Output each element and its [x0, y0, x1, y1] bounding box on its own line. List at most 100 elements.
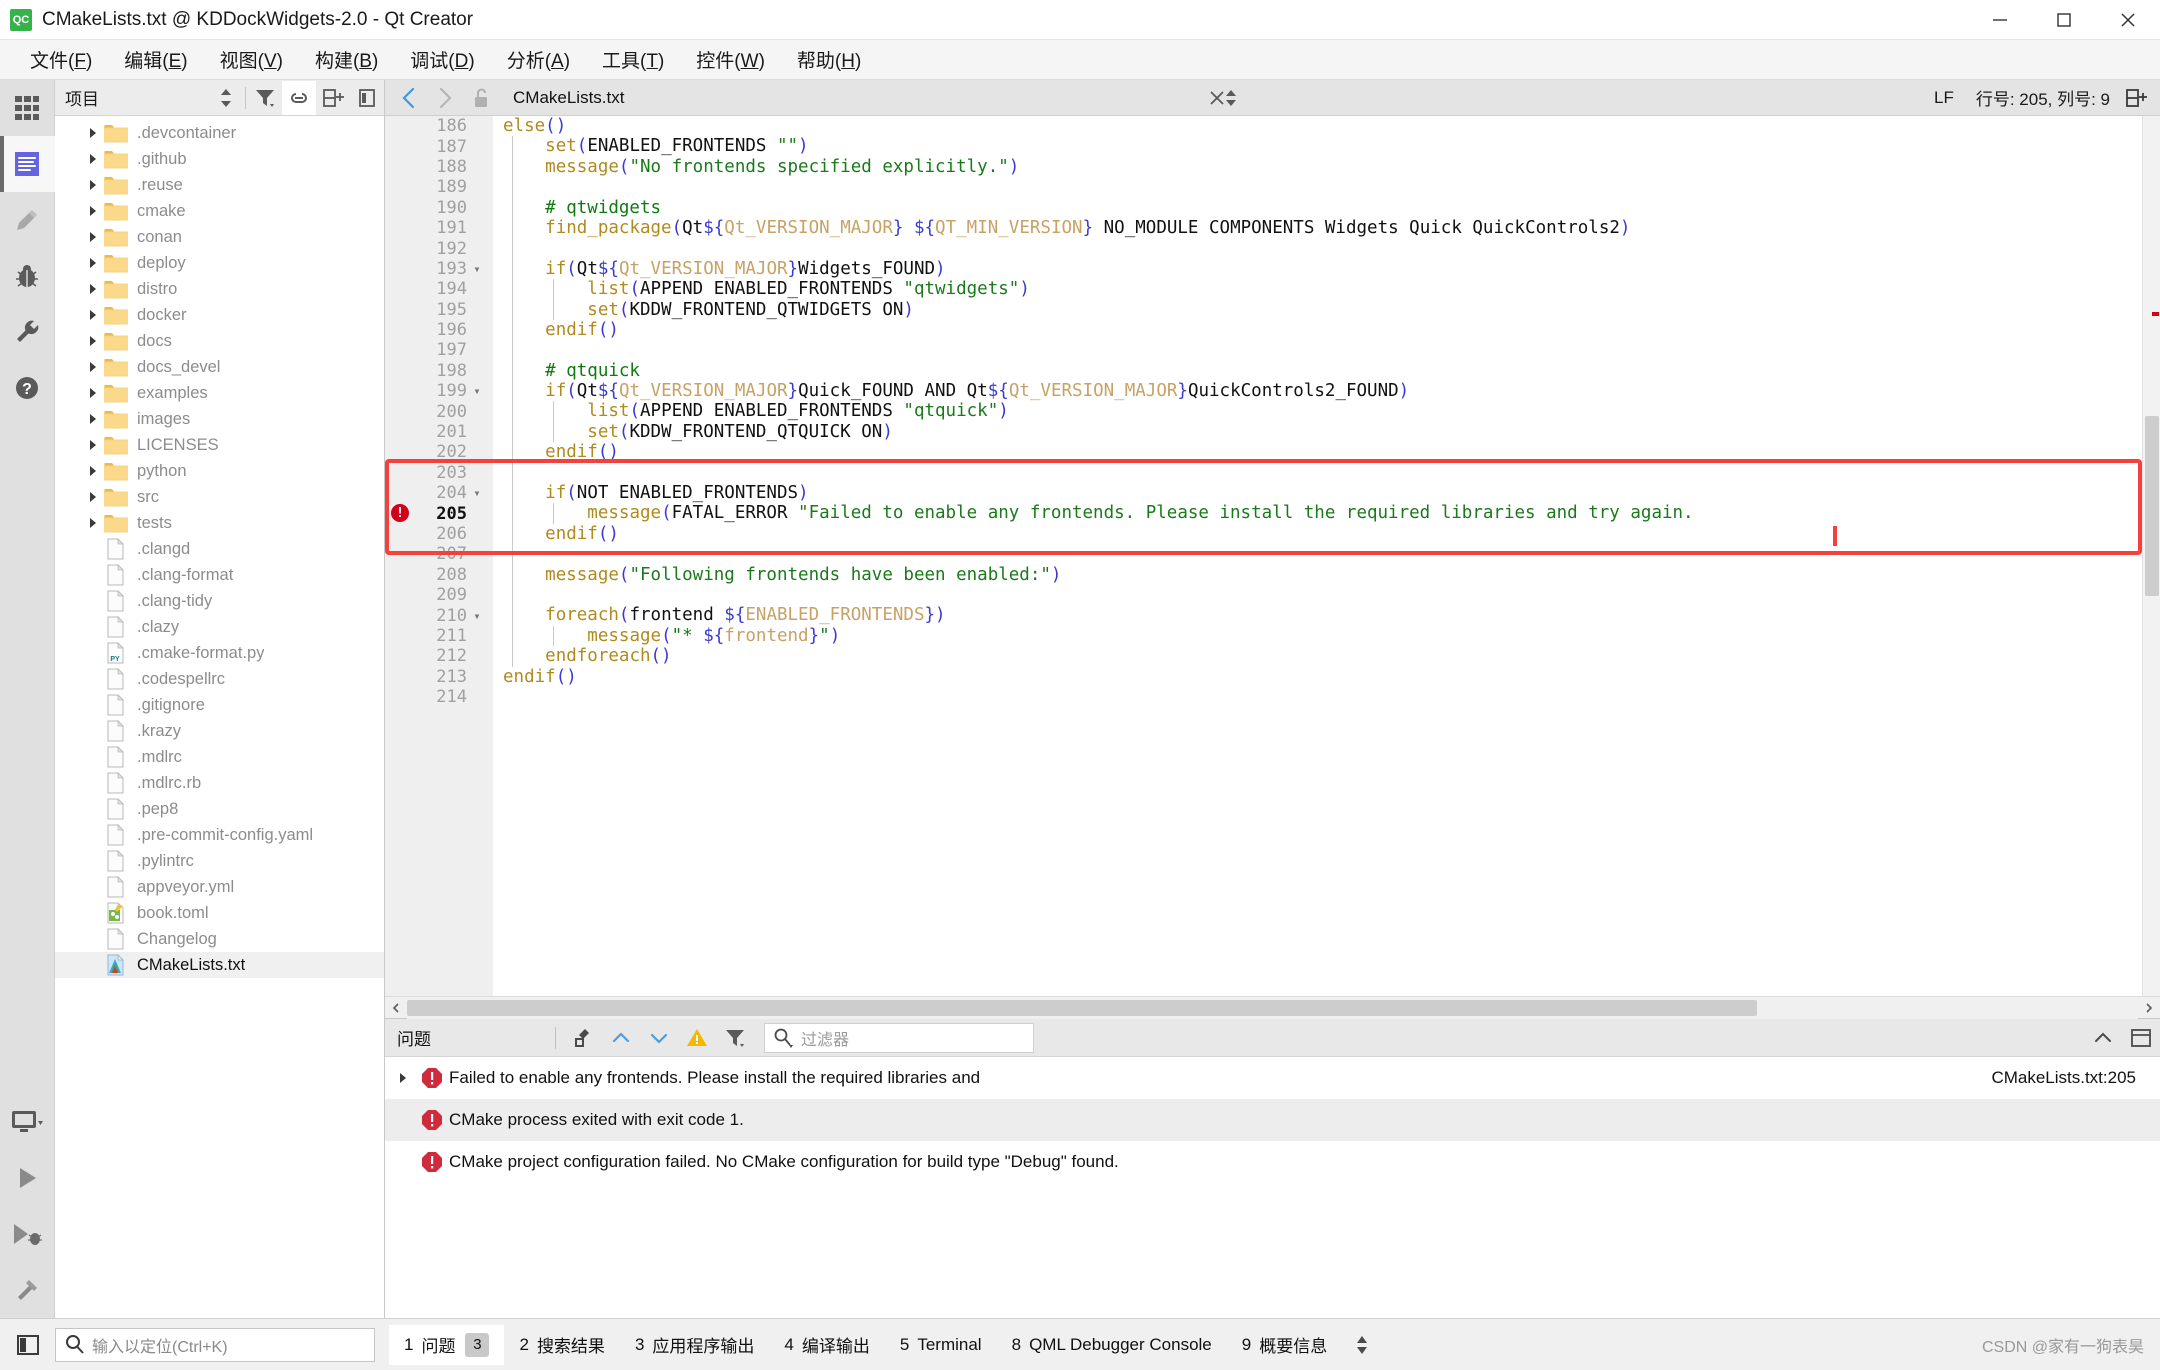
tree-item-book-toml[interactable]: book.toml: [55, 900, 384, 926]
expand-arrow-icon[interactable]: [85, 153, 101, 165]
output-tab-2[interactable]: 2 搜索结果: [504, 1325, 619, 1365]
maximize-button[interactable]: [2032, 0, 2096, 40]
gutter-line-194[interactable]: 194: [385, 279, 493, 299]
next-issue-button[interactable]: [640, 1021, 678, 1055]
gutter-line-187[interactable]: 187: [385, 136, 493, 157]
output-pane-arrows[interactable]: [1354, 1332, 1370, 1358]
menu-item-1[interactable]: 编辑(E): [108, 46, 203, 73]
gutter-line-188[interactable]: 188: [385, 157, 493, 177]
menu-item-3[interactable]: 构建(B): [299, 46, 394, 73]
menu-item-7[interactable]: 控件(W): [680, 46, 781, 73]
output-tab-8[interactable]: 8 QML Debugger Console: [997, 1325, 1227, 1365]
output-tab-3[interactable]: 3 应用程序输出: [620, 1325, 769, 1365]
gutter-line-212[interactable]: 212: [385, 646, 493, 666]
code-line-212[interactable]: endforeach(): [503, 646, 2142, 667]
tree-item-python[interactable]: python: [55, 458, 384, 484]
split-button[interactable]: [316, 81, 350, 115]
fold-marker-icon[interactable]: ▾: [467, 384, 487, 398]
scroll-right-button[interactable]: [2138, 997, 2160, 1019]
code-line-208[interactable]: message("Following frontends have been e…: [503, 564, 2142, 585]
build-button[interactable]: [0, 1262, 55, 1318]
code-line-211[interactable]: message("* ${frontend}"): [503, 625, 2142, 647]
expand-arrow-icon[interactable]: [85, 439, 101, 451]
open-documents-combo[interactable]: CMakeLists.txt: [499, 85, 1237, 111]
tree-item-krazy[interactable]: .krazy: [55, 718, 384, 744]
navigate-forward-button[interactable]: [427, 81, 463, 115]
gutter-line-186[interactable]: 186: [385, 116, 493, 136]
code-line-210[interactable]: foreach(frontend ${ENABLED_FRONTENDS}): [503, 605, 2142, 626]
tree-item-distro[interactable]: distro: [55, 276, 384, 302]
fold-marker-icon[interactable]: ▾: [467, 262, 487, 276]
gutter-line-201[interactable]: 201: [385, 422, 493, 442]
close-document-button[interactable]: [1199, 81, 1235, 115]
code-line-191[interactable]: find_package(Qt${Qt_VERSION_MAJOR} ${QT_…: [503, 217, 2142, 239]
gutter-line-197[interactable]: 197: [385, 340, 493, 360]
menu-item-5[interactable]: 分析(A): [491, 46, 586, 73]
tree-item-pylintrc[interactable]: .pylintrc: [55, 848, 384, 874]
issue-row[interactable]: CMake process exited with exit code 1.: [385, 1099, 2160, 1141]
menu-item-2[interactable]: 视图(V): [204, 46, 299, 73]
code-line-192[interactable]: [503, 238, 2142, 259]
code-line-187[interactable]: set(ENABLED_FRONTENDS ""): [503, 136, 2142, 157]
menu-item-8[interactable]: 帮助(H): [781, 46, 877, 73]
gutter-line-207[interactable]: 207: [385, 544, 493, 564]
tree-item-pep8[interactable]: .pep8: [55, 796, 384, 822]
tree-item-reuse[interactable]: .reuse: [55, 172, 384, 198]
expand-arrow-icon[interactable]: [85, 127, 101, 139]
code-line-198[interactable]: # qtquick: [503, 360, 2142, 382]
code-line-205[interactable]: message(FATAL_ERROR "Failed to enable an…: [503, 503, 2142, 524]
tree-item-docs[interactable]: docs: [55, 328, 384, 354]
code-line-207[interactable]: [503, 544, 2142, 565]
gutter-line-206[interactable]: 206: [385, 524, 493, 544]
editor-horizontal-scrollbar[interactable]: [385, 996, 2160, 1019]
gutter-line-196[interactable]: 196: [385, 320, 493, 340]
fold-marker-icon[interactable]: ▾: [467, 486, 487, 500]
tree-item-codespellrc[interactable]: .codespellrc: [55, 666, 384, 692]
edit-mode-button[interactable]: [0, 136, 55, 192]
expand-arrow-icon[interactable]: [85, 465, 101, 477]
code-line-196[interactable]: endif(): [503, 319, 2142, 341]
sidebar-filter-button[interactable]: [248, 81, 282, 115]
gutter-line-198[interactable]: 198: [385, 361, 493, 381]
output-tab-1[interactable]: 1 问题 3: [389, 1324, 505, 1365]
gutter-line-210[interactable]: 210 ▾: [385, 605, 493, 626]
tree-item-appveyor-yml[interactable]: appveyor.yml: [55, 874, 384, 900]
project-tree[interactable]: .devcontainer .github .reuse cmake conan depl…: [55, 116, 384, 1318]
cursor-position-indicator[interactable]: 行号: 205, 列号: 9: [1976, 85, 2110, 110]
line-ending-indicator[interactable]: LF: [1934, 88, 1954, 108]
gutter-line-195[interactable]: 195: [385, 300, 493, 320]
code-lines[interactable]: else() set(ENABLED_FRONTENDS "") message…: [493, 116, 2142, 707]
code-line-204[interactable]: if(NOT ENABLED_FRONTENDS): [503, 483, 2142, 504]
code-line-209[interactable]: [503, 584, 2142, 606]
tree-item-pre-commit-config-yaml[interactable]: .pre-commit-config.yaml: [55, 822, 384, 848]
code-editor[interactable]: 186 187 188 189 190 191 192 193 ▾ 194 195 196 197 198…: [385, 116, 2160, 996]
gutter-line-202[interactable]: 202: [385, 442, 493, 462]
locator-input[interactable]: 输入以定位(Ctrl+K): [55, 1327, 375, 1362]
expand-arrow-icon[interactable]: [85, 361, 101, 373]
code-line-199[interactable]: if(Qt${Qt_VERSION_MAJOR}Quick_FOUND AND …: [503, 381, 2142, 402]
tree-item-clang-format[interactable]: .clang-format: [55, 562, 384, 588]
output-tab-9[interactable]: 9 概要信息: [1227, 1325, 1342, 1365]
expand-arrow-icon[interactable]: [85, 179, 101, 191]
close-sidebar-button[interactable]: [350, 81, 384, 115]
code-line-193[interactable]: if(Qt${Qt_VERSION_MAJOR}Widgets_FOUND): [503, 258, 2142, 280]
gutter-line-192[interactable]: 192: [385, 238, 493, 259]
menu-item-4[interactable]: 调试(D): [394, 46, 490, 73]
code-line-214[interactable]: [503, 687, 2142, 707]
clear-issues-button[interactable]: [564, 1021, 602, 1055]
tree-item-docs-devel[interactable]: docs_devel: [55, 354, 384, 380]
gutter-line-191[interactable]: 191: [385, 218, 493, 238]
tree-item-mdlrc-rb[interactable]: .mdlrc.rb: [55, 770, 384, 796]
tree-item-mdlrc[interactable]: .mdlrc: [55, 744, 384, 770]
expand-arrow-icon[interactable]: [85, 335, 101, 347]
tree-item-cmake-format-py[interactable]: PY .cmake-format.py: [55, 640, 384, 666]
gutter-line-208[interactable]: 208: [385, 565, 493, 585]
gutter-line-213[interactable]: 213: [385, 667, 493, 687]
kit-selector-button[interactable]: [0, 1094, 55, 1150]
expand-arrow-icon[interactable]: [85, 413, 101, 425]
menu-item-6[interactable]: 工具(T): [586, 46, 680, 73]
tree-item-github[interactable]: .github: [55, 146, 384, 172]
editor-vertical-scrollbar[interactable]: [2142, 116, 2160, 996]
code-line-203[interactable]: [503, 462, 2142, 484]
expand-arrow-icon[interactable]: [85, 205, 101, 217]
